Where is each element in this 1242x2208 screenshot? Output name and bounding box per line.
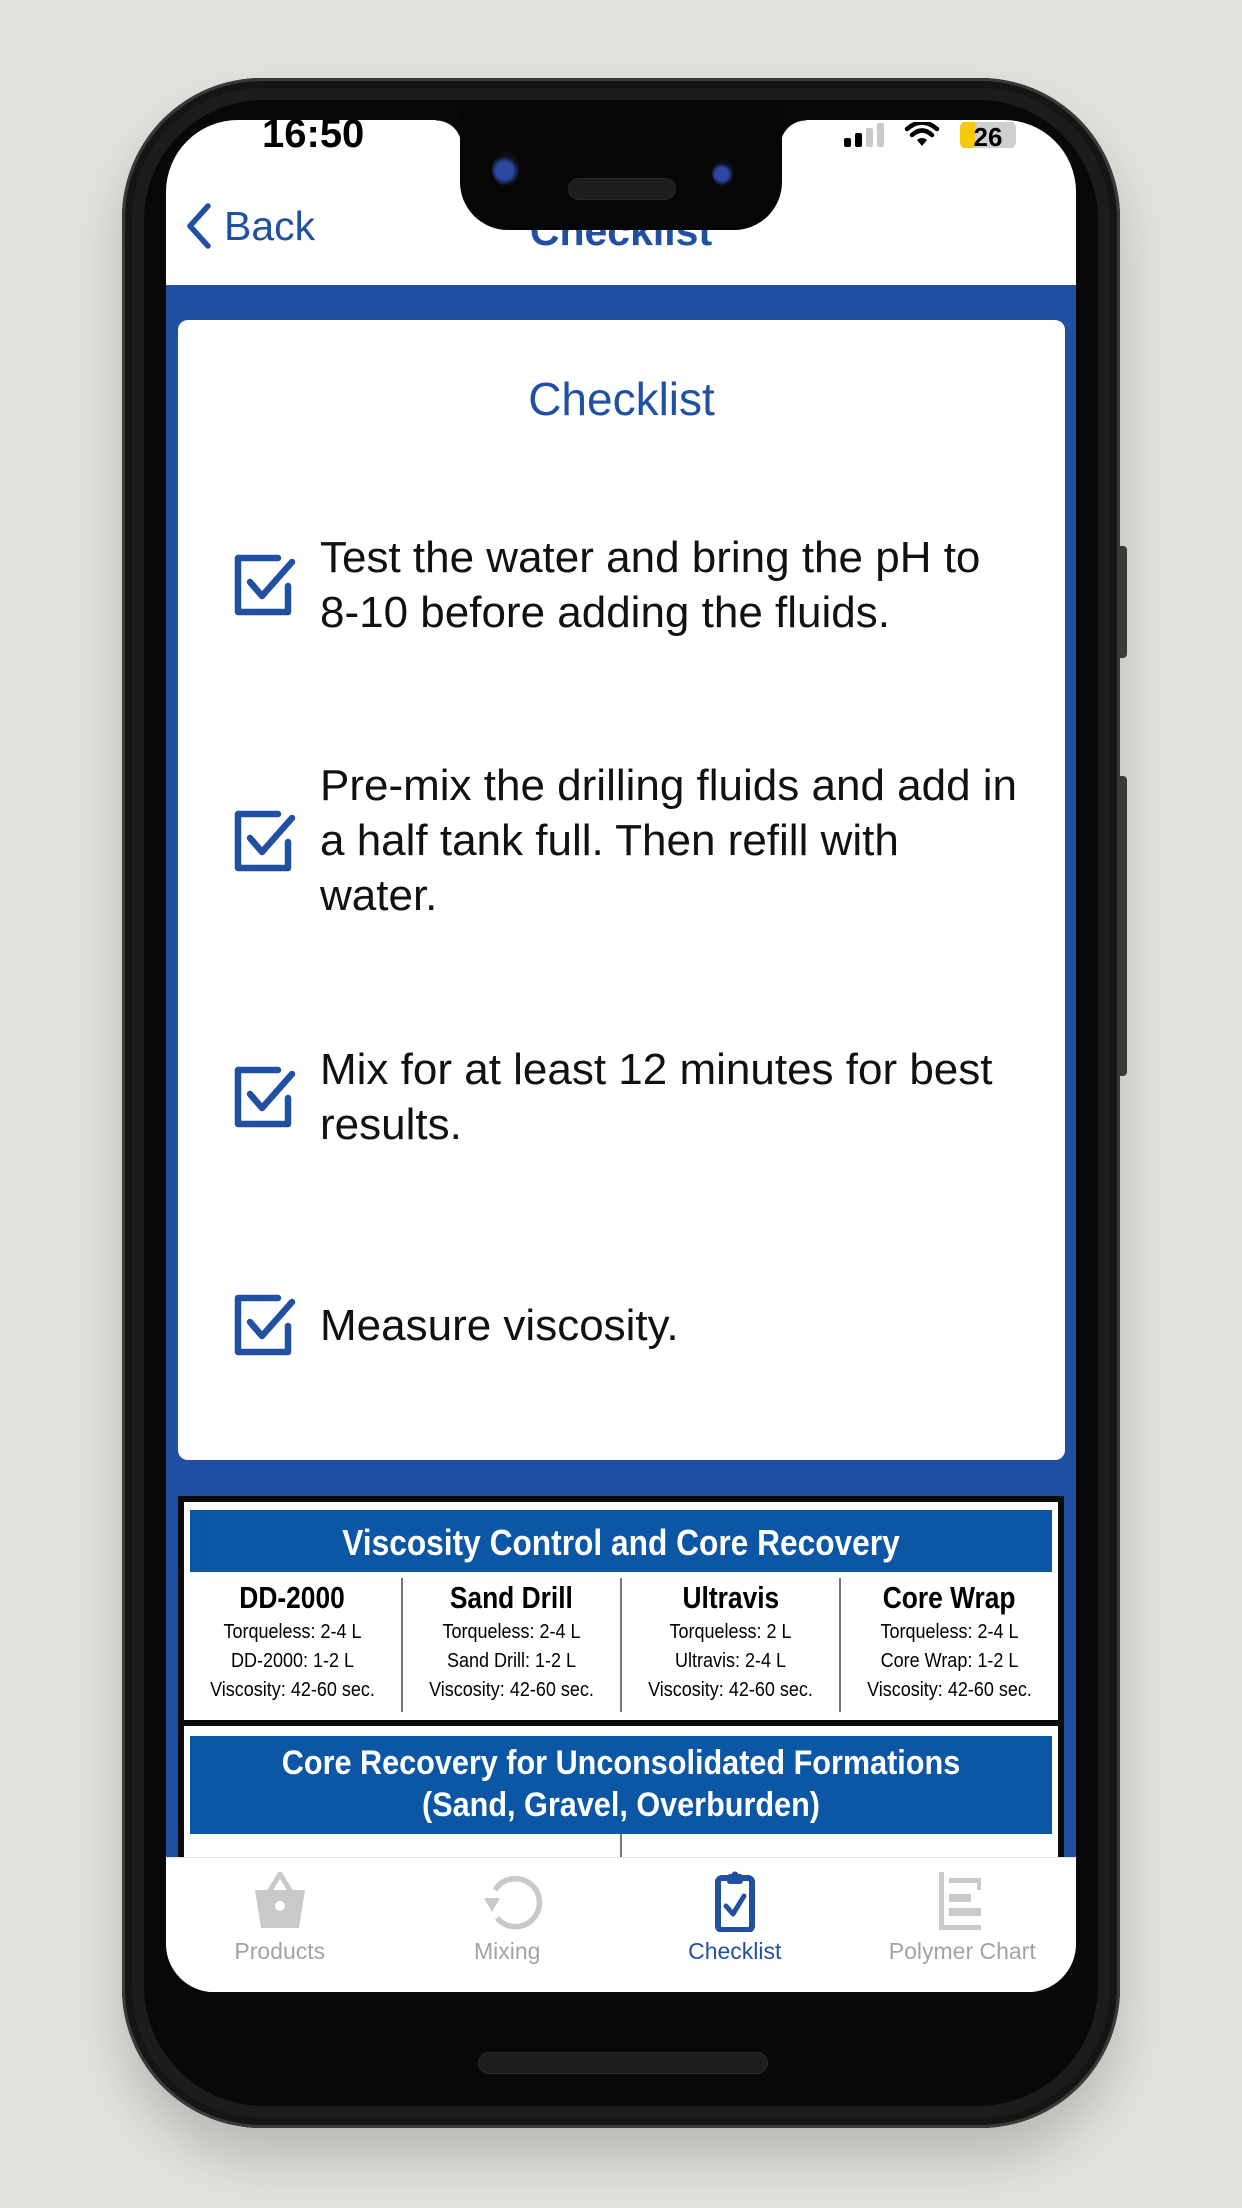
checkbox-checked-icon[interactable] <box>226 1060 300 1134</box>
card-title: Checklist <box>528 373 715 425</box>
section1-columns: DD-2000 Torqueless: 2-4 L DD-2000: 1-2 L… <box>184 1572 1058 1720</box>
status-time: 16:50 <box>262 120 365 150</box>
section2-title: Core Recovery for Unconsolidated Formati… <box>197 1736 1045 1834</box>
tab-products[interactable]: Products <box>166 1858 394 1992</box>
dosage-line: DD-2000: 1-2 L <box>230 1650 355 1672</box>
checkbox-checked-icon[interactable] <box>226 548 300 622</box>
tab-label: Products <box>234 1938 326 1964</box>
viscosity-line: Viscosity: 42-60 sec. <box>867 1679 1032 1701</box>
dosage-line: Torqueless: 2 L <box>669 1621 792 1643</box>
dosage-line: Core Wrap: 1-2 L <box>880 1650 1019 1672</box>
checklist-item-text: Mix for at least 12 minutes for best res… <box>320 1045 993 1149</box>
section2-title-line: Core Recovery for Unconsolidated Formati… <box>281 1744 961 1782</box>
checklist-card: Checklist Test the water and bring the p… <box>178 320 1065 1460</box>
cellular-signal-icon <box>844 123 884 147</box>
checklist-item-text: Test the water and bring the pH to 8-10 … <box>320 533 981 637</box>
dosage-line: Torqueless: 2-4 L <box>442 1621 581 1643</box>
tab-label: Polymer Chart <box>888 1938 1036 1964</box>
product-name: Core Wrap <box>883 1580 1016 1615</box>
front-sensor <box>712 160 734 186</box>
checkbox-checked-icon[interactable] <box>226 1288 300 1362</box>
section-header: Viscosity Control and Core Recovery <box>190 1510 1052 1572</box>
product-name: DD-2000 <box>239 1580 346 1615</box>
product-name: Sand Drill <box>449 1580 573 1615</box>
viscosity-line: Viscosity: 42-60 sec. <box>429 1679 594 1701</box>
section1-title: Viscosity Control and Core Recovery <box>201 1510 1041 1572</box>
wifi-icon <box>904 122 940 146</box>
checkbox-checked-icon[interactable] <box>226 804 300 878</box>
section-header: Core Recovery for Unconsolidated Formati… <box>190 1736 1052 1834</box>
status-icons: 26 <box>844 122 1016 148</box>
product-column: DD-2000 Torqueless: 2-4 L DD-2000: 1-2 L… <box>184 1578 403 1712</box>
battery-level: 26 <box>973 122 1003 148</box>
tab-polymer-chart[interactable]: Polymer Chart <box>849 1858 1077 1992</box>
product-name: Ultravis <box>682 1580 779 1615</box>
rotate-arrow-icon <box>484 1875 543 1930</box>
dosage-line: Sand Drill: 1-2 L <box>446 1650 577 1672</box>
product-column: Ultravis Torqueless: 2 L Ultravis: 2-4 L… <box>622 1578 841 1712</box>
tab-label: Checklist <box>688 1938 782 1964</box>
product-column: Core Wrap Torqueless: 2-4 L Core Wrap: 1… <box>841 1578 1058 1712</box>
product-column: Sand Drill Torqueless: 2-4 L Sand Drill:… <box>403 1578 622 1712</box>
checklist-item: Test the water and bring the pH to 8-10 … <box>226 530 1025 640</box>
bar-chart-icon <box>939 1872 982 1930</box>
dosage-line: Torqueless: 2-4 L <box>223 1621 362 1643</box>
dosage-line: Torqueless: 2-4 L <box>880 1621 1019 1643</box>
bottom-speaker-grille <box>478 2052 768 2074</box>
side-button <box>1118 776 1127 1076</box>
viscosity-line: Viscosity: 42-60 sec. <box>210 1679 375 1701</box>
tab-checklist[interactable]: Checklist <box>621 1858 849 1992</box>
section2-title-line: (Sand, Gravel, Overburden) <box>422 1786 820 1824</box>
viscosity-line: Viscosity: 42-60 sec. <box>648 1679 813 1701</box>
shopping-basket-icon <box>254 1871 305 1928</box>
front-camera <box>492 152 520 186</box>
checklist-item: Measure viscosity. <box>226 1288 1025 1362</box>
checklist-item-text: Pre-mix the drilling fluids and add in a… <box>320 761 1018 920</box>
checklist-item-text: Measure viscosity. <box>320 1300 679 1350</box>
tab-label: Mixing <box>474 1938 541 1964</box>
checklist-item: Mix for at least 12 minutes for best res… <box>226 1042 1025 1152</box>
battery-icon: 26 <box>960 122 1016 148</box>
clipboard-check-icon <box>714 1871 755 1932</box>
earpiece-speaker <box>568 178 676 200</box>
dosage-line: Ultravis: 2-4 L <box>674 1650 787 1672</box>
app-screen: 16:50 26 Back Checklist Checklist Test t… <box>166 120 1076 1992</box>
side-button <box>1118 546 1127 658</box>
checklist-item: Pre-mix the drilling fluids and add in a… <box>226 758 1025 923</box>
battery-fill <box>960 122 975 148</box>
tab-bar: Products Mixing Checklist Polymer Chart <box>166 1857 1076 1992</box>
tab-mixing[interactable]: Mixing <box>394 1858 622 1992</box>
camera-notch <box>436 110 806 230</box>
